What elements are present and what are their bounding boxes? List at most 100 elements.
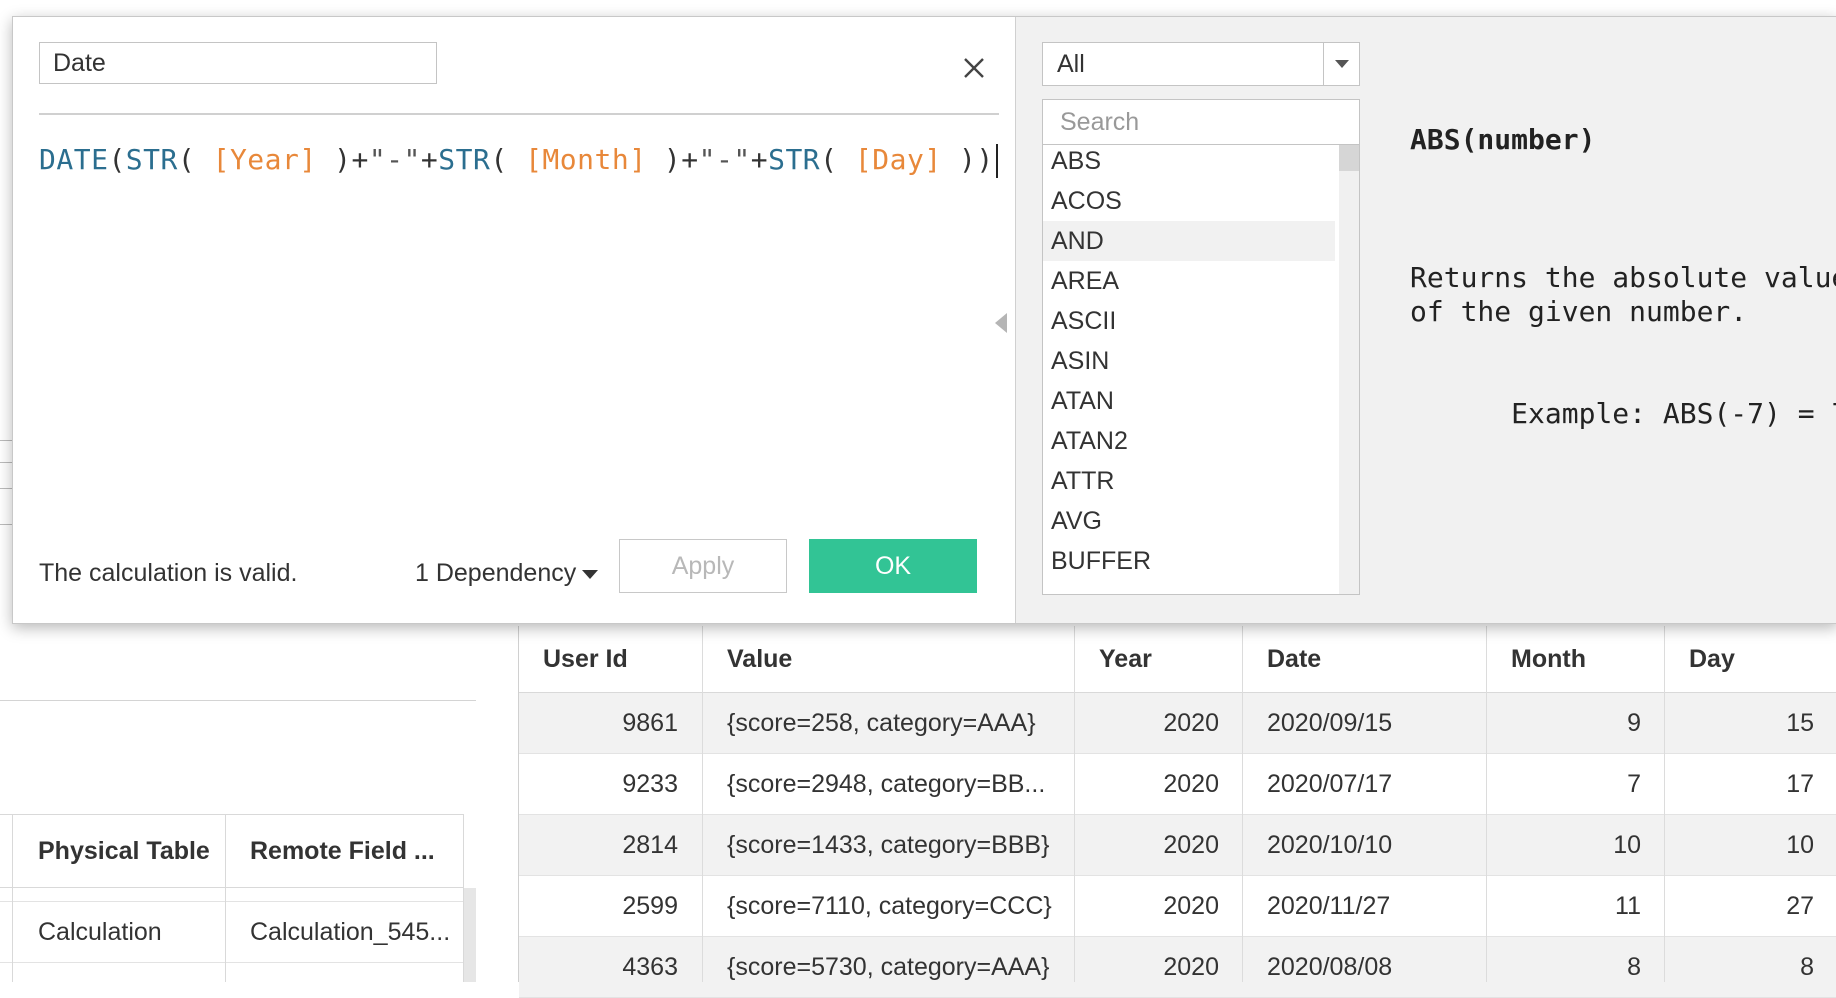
table-row[interactable]: 4363 {score=5730, category=AAA} 2020 2020/0…	[519, 937, 1836, 998]
function-category-select[interactable]: All	[1042, 42, 1360, 86]
column-header-value[interactable]: Value	[727, 626, 792, 692]
table-row[interactable]: 2599 {score=7110, category=CCC} 2020 2020/1…	[519, 876, 1836, 937]
table-row-partial	[0, 887, 464, 902]
function-reference-panel: All Search ABS ACOS AND AREA ASCII ASIN ATAN AT…	[1015, 17, 1836, 623]
left-pane-edge	[0, 440, 12, 530]
column-header-date[interactable]: Date	[1267, 626, 1321, 692]
formula-token: +	[420, 143, 439, 176]
cell-day: 10	[1786, 831, 1814, 859]
cell-physical-table: Calculation	[38, 918, 162, 946]
cell-year: 2020	[1163, 892, 1219, 920]
column-divider	[225, 814, 226, 982]
function-list-item[interactable]: AND	[1043, 221, 1335, 261]
cell-value: {score=2948, category=BB...	[727, 770, 1046, 798]
function-list-item[interactable]: ATTR	[1043, 461, 1335, 501]
formula-token: STR	[125, 143, 178, 176]
formula-token: )	[316, 143, 352, 176]
function-list-item[interactable]: BUFFER	[1043, 541, 1335, 581]
dependency-dropdown[interactable]: 1 Dependency	[415, 557, 599, 589]
cell-user-id: 2599	[622, 892, 678, 920]
column-divider	[12, 814, 13, 982]
dropdown-arrow-icon	[1335, 60, 1349, 68]
function-help: ABS(number) Returns the absolute value o…	[1410, 55, 1836, 465]
dependency-label: 1 Dependency	[415, 559, 577, 587]
cell-user-id: 2814	[622, 831, 678, 859]
ok-button[interactable]: OK	[809, 539, 977, 593]
function-list-item[interactable]: ATAN2	[1043, 421, 1335, 461]
cell-year: 2020	[1163, 831, 1219, 859]
function-list-item[interactable]: ABS	[1043, 145, 1335, 181]
function-list-item[interactable]: ACOS	[1043, 181, 1335, 221]
function-list: ABS ACOS AND AREA ASCII ASIN ATAN ATAN2 ATTR AVG B…	[1042, 145, 1360, 595]
calculation-name-input[interactable]: Date	[39, 42, 437, 84]
formula-token: +	[351, 143, 369, 176]
column-header-day[interactable]: Day	[1689, 626, 1735, 692]
column-divider	[1242, 626, 1243, 982]
column-header-year[interactable]: Year	[1099, 626, 1152, 692]
function-example: Example: ABS(-7) = 7	[1511, 397, 1836, 430]
cell-value: {score=258, category=AAA}	[727, 709, 1036, 737]
validation-status: The calculation is valid.	[39, 559, 298, 587]
formula-token: [Year]	[212, 143, 317, 176]
formula-token: (	[108, 143, 126, 176]
column-header-remote-field[interactable]: Remote Field ...	[250, 815, 435, 887]
function-list-scrollbar[interactable]	[1339, 145, 1359, 594]
cell-day: 15	[1786, 709, 1814, 737]
data-table-header: User Id Value Year Date Month Day	[519, 626, 1836, 693]
column-header-user-id[interactable]: User Id	[543, 626, 628, 692]
formula-editor[interactable]: DATE(STR( [Year] )+"-"+STR( [Month] )+"-…	[39, 127, 999, 507]
formula-token: "-"	[698, 143, 751, 176]
function-list-item[interactable]: AVG	[1043, 501, 1335, 541]
cell-date: 2020/07/17	[1267, 770, 1393, 798]
function-signature: ABS(number)	[1410, 123, 1596, 156]
metadata-table-header: Physical Table Remote Field ...	[0, 814, 464, 888]
function-category-value: All	[1057, 50, 1085, 78]
cell-year: 2020	[1163, 709, 1219, 737]
table-row[interactable]: 2814 {score=1433, category=BBB} 2020 2020/1…	[519, 815, 1836, 876]
caret-down-icon	[582, 569, 599, 579]
column-divider	[702, 626, 703, 982]
apply-button[interactable]: Apply	[619, 539, 787, 593]
metadata-scrollbar[interactable]	[464, 888, 476, 982]
formula-text: DATE(STR( [Year] )+"-"+STR( [Month] )+"-…	[39, 139, 998, 181]
formula-token: STR	[438, 143, 491, 176]
cell-day: 27	[1786, 892, 1814, 920]
function-list-item[interactable]: ATAN	[1043, 381, 1335, 421]
cell-value: {score=1433, category=BBB}	[727, 831, 1050, 859]
column-divider	[1074, 626, 1075, 982]
close-icon[interactable]	[959, 53, 989, 83]
cell-year: 2020	[1163, 770, 1219, 798]
function-list-item[interactable]: ASCII	[1043, 301, 1335, 341]
formula-token: +	[681, 143, 699, 176]
formula-token: "-"	[368, 143, 421, 176]
formula-token: [Month]	[525, 143, 647, 176]
cell-value: {score=7110, category=CCC}	[727, 892, 1052, 920]
cell-user-id: 9233	[622, 770, 678, 798]
cell-date: 2020/10/10	[1267, 831, 1393, 859]
formula-token: DATE	[39, 143, 109, 176]
cell-year: 2020	[1163, 953, 1219, 981]
table-row[interactable]: 9861 {score=258, category=AAA} 2020 2020/09…	[519, 693, 1836, 754]
formula-token: ))	[941, 143, 994, 176]
formula-token: (	[177, 143, 213, 176]
scrollbar-thumb[interactable]	[1339, 145, 1359, 171]
function-list-item[interactable]: ASIN	[1043, 341, 1335, 381]
column-header-physical-table[interactable]: Physical Table	[38, 815, 210, 887]
formula-token: [Day]	[854, 143, 942, 176]
collapse-panel-icon[interactable]	[995, 313, 1007, 333]
cell-month: 9	[1627, 709, 1641, 737]
cell-month: 11	[1615, 892, 1641, 920]
function-search-input[interactable]: Search	[1042, 99, 1360, 145]
table-row[interactable]: 9233 {score=2948, category=BB... 2020 2020/…	[519, 754, 1836, 815]
table-row[interactable]: Calculation Calculation_545...	[0, 902, 464, 963]
function-list-item[interactable]: AREA	[1043, 261, 1335, 301]
cell-month: 10	[1613, 831, 1641, 859]
left-pane-divider	[0, 700, 476, 701]
formula-token: +	[750, 143, 769, 176]
formula-token: )	[646, 143, 682, 176]
column-header-month[interactable]: Month	[1511, 626, 1586, 692]
cell-month: 8	[1627, 953, 1641, 981]
formula-token: (	[490, 143, 526, 176]
cell-date: 2020/11/27	[1267, 892, 1391, 920]
cell-day: 17	[1786, 770, 1814, 798]
